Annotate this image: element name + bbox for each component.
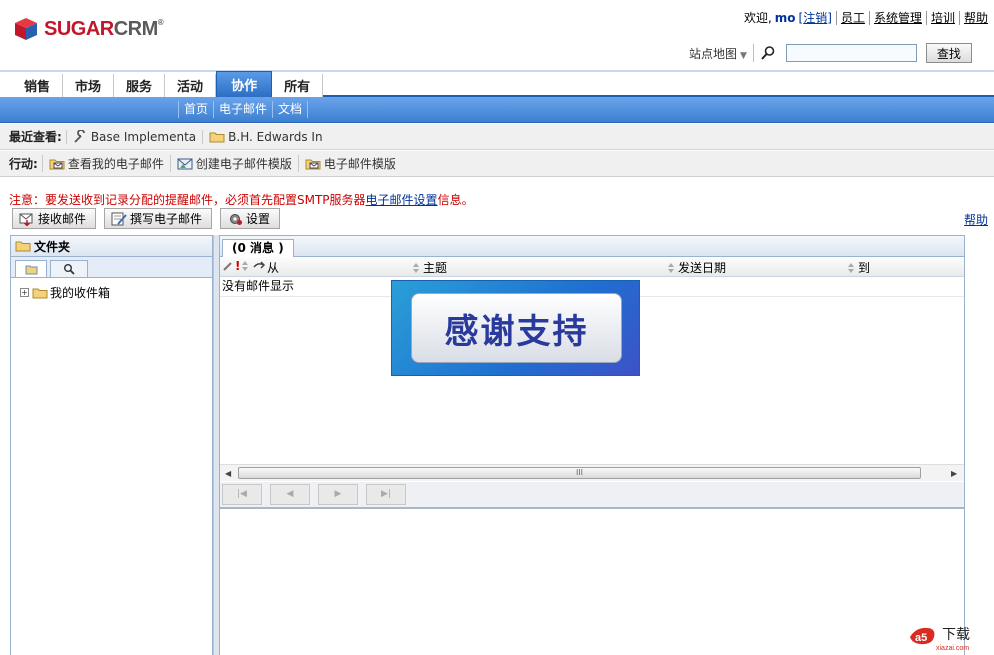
recent-item[interactable]: B.H. Edwards In — [202, 129, 328, 144]
compose-icon — [111, 212, 127, 225]
tab-support[interactable]: 服务 — [114, 74, 166, 97]
thank-you-banner: 感谢支持 — [391, 280, 640, 376]
svg-text:下载: 下载 — [942, 627, 970, 643]
search-icon[interactable] — [760, 45, 776, 61]
scroll-left-icon[interactable]: ◀ — [225, 469, 231, 478]
next-page-button[interactable]: ▶ — [318, 484, 358, 505]
email-toolbar: 接收邮件 撰写电子邮件 设置 — [12, 208, 288, 229]
scrollbar-thumb[interactable]: III — [238, 467, 921, 479]
action-view-my-email[interactable]: 查看我的电子邮件 — [41, 155, 170, 172]
banner-text: 感谢支持 — [411, 293, 622, 363]
subnav-home[interactable]: 首页 — [178, 101, 215, 118]
settings-button[interactable]: 设置 — [220, 208, 281, 229]
gear-icon — [230, 213, 243, 225]
search-row: 站点地图 ▼ 查找 — [689, 43, 972, 63]
folder-icon — [25, 265, 37, 274]
email-template-icon — [177, 158, 193, 169]
logo-cube-icon — [15, 18, 37, 40]
sitemap-dropdown[interactable]: 站点地图 ▼ — [689, 45, 747, 62]
tab-all[interactable]: 所有 — [272, 74, 324, 97]
tab-search[interactable] — [50, 260, 88, 277]
email-folder-icon — [49, 159, 65, 169]
tab-activities[interactable]: 活动 — [165, 74, 217, 97]
training-link[interactable]: 培训 — [931, 9, 955, 26]
help-top-link[interactable]: 帮助 — [964, 9, 988, 26]
folder-pane-tabs — [11, 257, 212, 278]
inbox-tree-node[interactable]: + 我的收件箱 — [11, 278, 212, 301]
action-email-templates[interactable]: 电子邮件模版 — [297, 155, 402, 172]
sub-navigation: 首页 电子邮件 文档 — [0, 97, 994, 123]
folder-icon — [15, 241, 31, 252]
folder-icon — [209, 132, 225, 142]
compose-email-button[interactable]: 撰写电子邮件 — [104, 208, 213, 229]
smtp-notice: 注意：要发送收到记录分配的提醒邮件，必须首先配置SMTP服务器电子邮件设置信息。 — [9, 193, 474, 207]
a5-watermark-logo: a5 下载 xiazai.com — [910, 627, 970, 652]
first-page-button[interactable]: |◀ — [222, 484, 262, 505]
logo-text: SUGARCRM® — [44, 17, 164, 40]
chevron-down-icon: ▼ — [740, 50, 747, 61]
svg-text:xiazai.com: xiazai.com — [936, 645, 969, 652]
tab-marketing[interactable]: 市场 — [63, 74, 115, 97]
svg-text:a5: a5 — [915, 632, 927, 644]
search-input[interactable] — [785, 44, 917, 62]
column-subject[interactable]: 主题 — [412, 259, 447, 276]
column-from[interactable]: 从 — [267, 259, 279, 276]
sort-icon — [412, 262, 421, 273]
column-flags[interactable]: ! — [222, 259, 266, 273]
admin-link[interactable]: 系统管理 — [874, 9, 922, 26]
search-icon — [64, 264, 75, 275]
tab-folders[interactable] — [15, 260, 47, 277]
sort-icon — [241, 261, 250, 271]
email-settings-link[interactable]: 电子邮件设置 — [366, 193, 438, 207]
help-link[interactable]: 帮助 — [964, 211, 988, 228]
recent-item[interactable]: Base Implementa — [65, 129, 202, 144]
column-to[interactable]: 到 — [847, 259, 870, 276]
horizontal-scrollbar[interactable]: ◀ III ▶ — [220, 464, 964, 481]
prev-page-button[interactable]: ◀ — [270, 484, 310, 505]
username-link[interactable]: mo — [775, 11, 796, 25]
folder-icon — [32, 288, 48, 298]
inbox-label: 我的收件箱 — [50, 286, 111, 300]
pagination-bar: |◀ ◀ ▶ ▶| — [220, 482, 964, 509]
tab-collaboration[interactable]: 协作 — [216, 71, 273, 97]
welcome-text: 欢迎, — [743, 11, 772, 25]
tab-sales[interactable]: 销售 — [0, 74, 64, 97]
action-create-template[interactable]: 创建电子邮件模版 — [169, 155, 298, 172]
wrench-icon — [74, 129, 85, 143]
message-list-header: ! 从 主题 发送日期 到 — [220, 257, 964, 277]
folder-pane: 文件夹 + 我的收件箱 — [10, 235, 213, 655]
actions-bar: 行动: 查看我的电子邮件 创建电子邮件模版 电子邮件模版 — [0, 151, 994, 177]
email-folder-icon — [305, 159, 321, 169]
sort-icon — [667, 262, 676, 273]
employees-link[interactable]: 员工 — [841, 9, 865, 26]
column-date-sent[interactable]: 发送日期 — [667, 259, 726, 276]
sugarcrm-logo[interactable]: SUGARCRM® — [14, 17, 164, 41]
inbox-download-icon — [19, 213, 33, 226]
pencil-icon — [223, 262, 232, 271]
top-links: 欢迎, mo [ 注销 ] 员工 系统管理 培训 帮助 — [743, 9, 988, 26]
subnav-email[interactable]: 电子邮件 — [214, 101, 274, 118]
actions-label: 行动: — [9, 157, 38, 171]
last-page-button[interactable]: ▶| — [366, 484, 406, 505]
message-count-tab[interactable]: (0 消息 ) — [222, 239, 294, 258]
expand-icon[interactable]: + — [20, 288, 29, 297]
recently-viewed-bar: 最近查看: Base Implementa B.H. Edwards In — [0, 124, 994, 150]
recent-label: 最近查看: — [9, 130, 62, 144]
logout-link[interactable]: 注销 — [803, 9, 827, 26]
module-tab-bar: 销售 市场 服务 活动 协作 所有 — [0, 70, 994, 97]
sort-icon — [847, 262, 856, 273]
check-mail-button[interactable]: 接收邮件 — [12, 208, 97, 229]
scroll-right-icon[interactable]: ▶ — [951, 469, 957, 478]
search-button[interactable]: 查找 — [925, 43, 972, 63]
folder-pane-header: 文件夹 — [11, 236, 212, 257]
reply-arrow-icon — [253, 261, 266, 269]
subnav-documents[interactable]: 文档 — [273, 101, 309, 118]
importance-icon: ! — [235, 259, 241, 273]
